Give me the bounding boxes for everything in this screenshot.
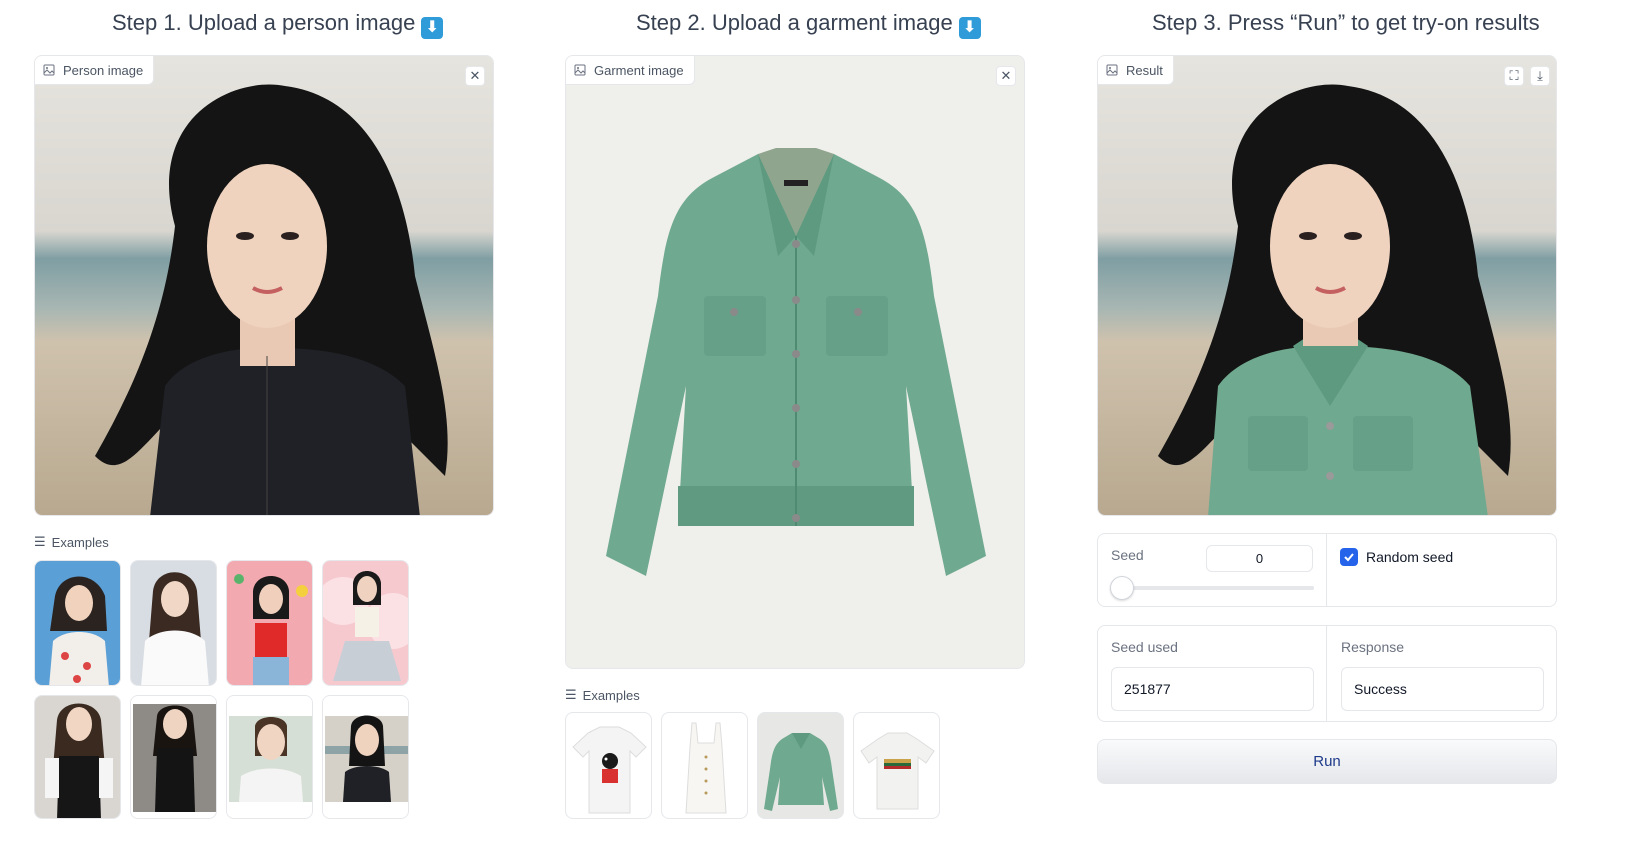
result-label: Result <box>1098 56 1174 85</box>
step3-title: Step 3. Press “Run” to get try-on result… <box>1152 10 1540 35</box>
check-icon <box>1344 553 1354 562</box>
person-example-thumb[interactable] <box>226 560 313 686</box>
fullscreen-icon[interactable]: ⛶ <box>1504 66 1524 86</box>
down-arrow-icon: ⬇ <box>421 17 444 39</box>
step1-title: Step 1. Upload a person image ⬇ <box>112 10 444 39</box>
close-icon[interactable]: ✕ <box>996 66 1016 86</box>
download-icon[interactable]: ⤓ <box>1530 66 1550 86</box>
result-photo <box>1098 56 1556 515</box>
person-image-panel[interactable]: Person image ✕ <box>34 55 494 516</box>
garment-example-thumb[interactable] <box>853 712 940 819</box>
image-icon <box>574 64 586 76</box>
seed-used-label: Seed used <box>1111 639 1178 655</box>
down-arrow-icon: ⬇ <box>958 17 981 39</box>
response-label: Response <box>1341 639 1405 655</box>
list-icon: ☰ <box>565 687 577 702</box>
image-icon <box>1106 64 1118 76</box>
seed-number-input[interactable]: 0 <box>1206 545 1313 572</box>
result-image-panel: Result ⛶ ⤓ <box>1097 55 1557 516</box>
garment-examples-label: ☰ Examples <box>565 687 640 703</box>
person-example-thumb[interactable] <box>322 560 409 686</box>
divider <box>1326 626 1327 721</box>
run-button[interactable]: Run <box>1097 739 1557 784</box>
garment-example-thumb[interactable] <box>661 712 748 819</box>
garment-image-label: Garment image <box>566 56 695 85</box>
response-field[interactable]: Success <box>1341 667 1544 711</box>
seed-slider-track[interactable] <box>1112 586 1314 590</box>
step2-title: Step 2. Upload a garment image ⬇ <box>636 10 981 39</box>
seed-slider-handle[interactable] <box>1110 576 1134 600</box>
person-example-thumb[interactable] <box>130 695 217 819</box>
person-example-thumb[interactable] <box>130 560 217 686</box>
person-examples-label: ☰ Examples <box>34 534 109 550</box>
random-seed-label: Random seed <box>1366 549 1454 565</box>
divider <box>1326 534 1327 606</box>
garment-image-panel[interactable]: Garment image ✕ <box>565 55 1025 669</box>
person-image-label: Person image <box>35 56 155 85</box>
person-example-thumb[interactable] <box>322 695 409 819</box>
seed-label: Seed <box>1111 547 1144 563</box>
person-photo <box>35 56 493 515</box>
garment-example-thumb[interactable] <box>565 712 652 819</box>
list-icon: ☰ <box>34 534 46 549</box>
garment-example-thumb[interactable] <box>757 712 844 819</box>
person-example-thumb[interactable] <box>34 695 121 819</box>
seed-used-field[interactable]: 251877 <box>1111 667 1314 711</box>
image-icon <box>43 64 55 76</box>
person-example-thumb[interactable] <box>34 560 121 686</box>
output-box: Seed used 251877 Response Success <box>1097 625 1557 722</box>
seed-settings-box: Seed 0 Random seed <box>1097 533 1557 607</box>
random-seed-checkbox[interactable] <box>1340 548 1358 566</box>
garment-photo <box>566 56 1024 668</box>
close-icon[interactable]: ✕ <box>465 66 485 86</box>
person-example-thumb[interactable] <box>226 695 313 819</box>
